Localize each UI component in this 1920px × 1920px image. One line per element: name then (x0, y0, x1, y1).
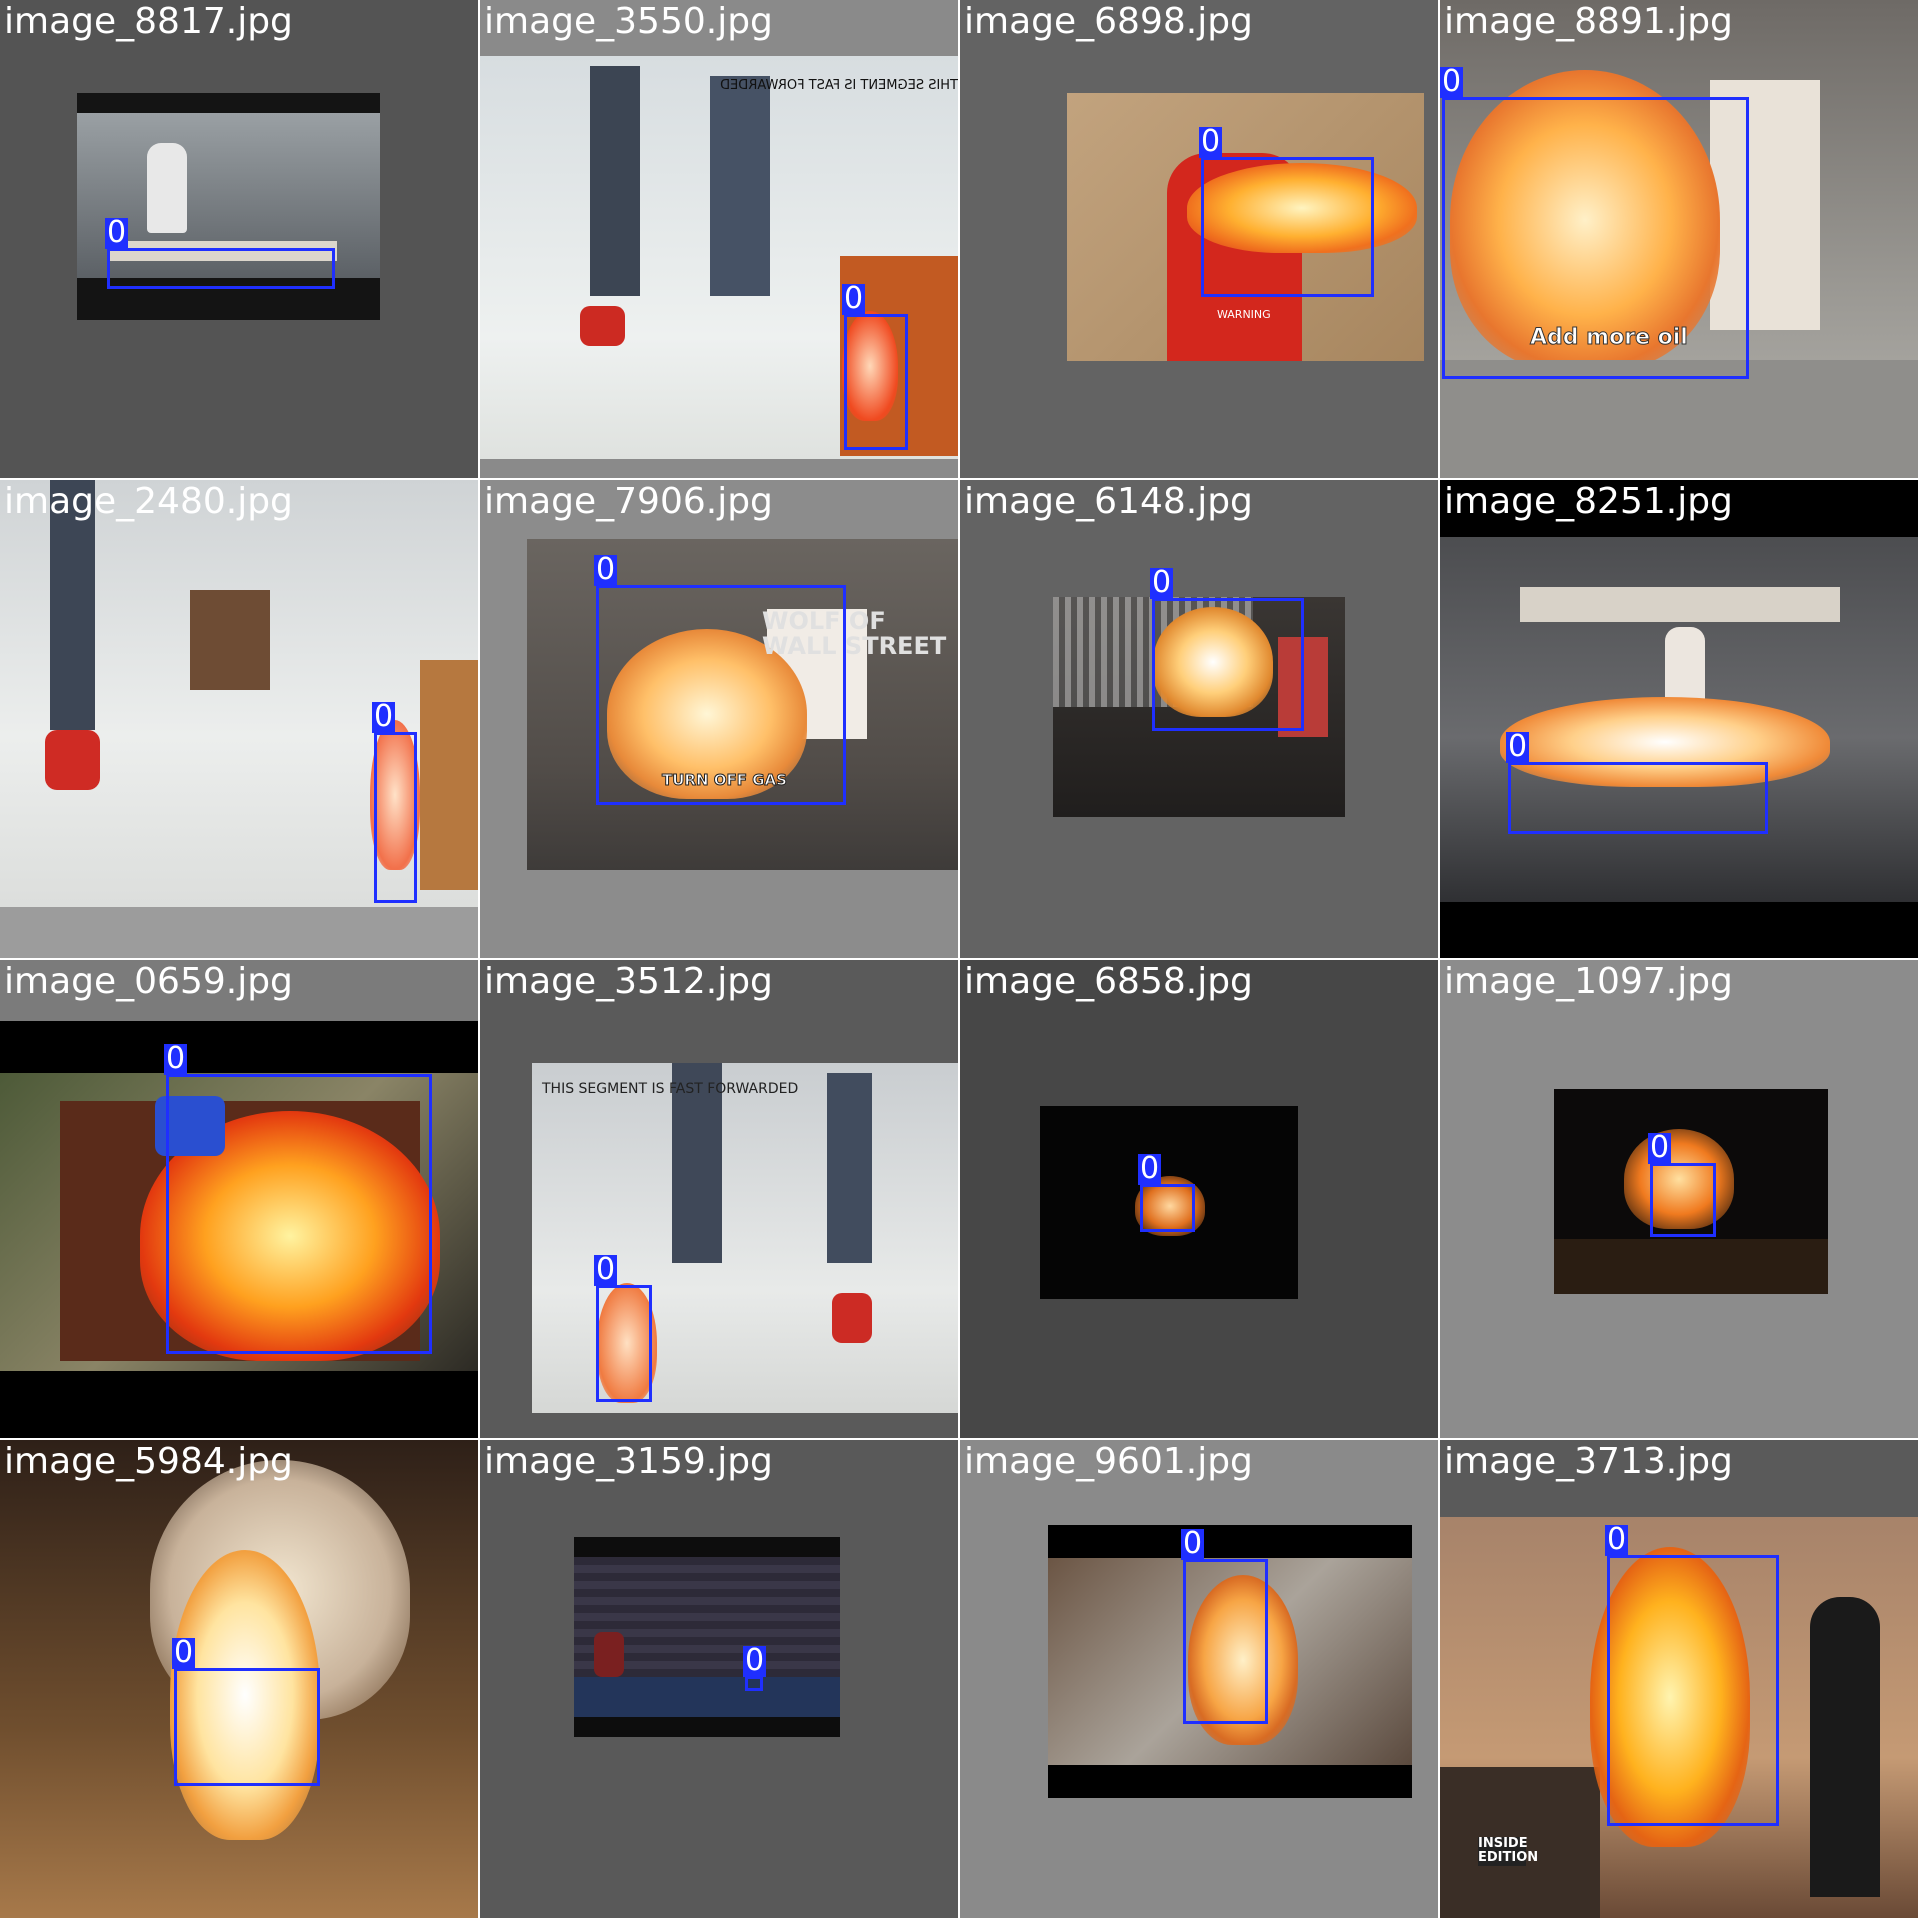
class-label: 0 (172, 1635, 196, 1670)
class-label: 0 (164, 1041, 188, 1076)
tile-filename: image_0659.jpg (4, 961, 293, 1002)
tile-filename: image_3713.jpg (1444, 1441, 1733, 1482)
detection-box (1140, 1184, 1195, 1232)
class-label: 0 (1199, 124, 1223, 159)
tile-filename: image_3159.jpg (484, 1441, 773, 1482)
class-label: 0 (1506, 729, 1530, 764)
tile-filename: image_6898.jpg (964, 1, 1253, 42)
class-label: 0 (1440, 64, 1464, 99)
tile-filename: image_8891.jpg (1444, 1, 1733, 42)
tile-filename: image_8817.jpg (4, 1, 293, 42)
class-label: 0 (1605, 1522, 1629, 1557)
class-label: 0 (594, 552, 618, 587)
overlay-caption: THIS SEGMENT IS FAST FORWARDED (542, 1081, 799, 1097)
tile: 0 image_1097.jpg (1440, 960, 1918, 1438)
tile-filename: image_9601.jpg (964, 1441, 1253, 1482)
tile: THIS SEGMENT IS FAST FORWARDED 0 image_3… (480, 960, 958, 1438)
tile-photo (574, 1537, 840, 1737)
detection-box (1442, 97, 1749, 379)
class-label: 0 (842, 281, 866, 316)
tile-filename: image_3512.jpg (484, 961, 773, 1002)
tile: 0 image_6148.jpg (960, 480, 1438, 958)
overlay-caption: INSIDE EDITION (1478, 1836, 1539, 1866)
detection-grid: 0 image_8817.jpg THIS SEGMENT IS FAST FO… (0, 0, 1920, 1920)
detection-box (1183, 1559, 1268, 1724)
overlay-caption: WARNING (1217, 308, 1271, 321)
detection-box (1201, 157, 1374, 297)
tile: 0 image_2480.jpg (0, 480, 478, 958)
tile: 0 image_5984.jpg (0, 1440, 478, 1918)
tile-filename: image_1097.jpg (1444, 961, 1733, 1002)
class-label: 0 (1138, 1151, 1162, 1186)
detection-box (166, 1074, 432, 1354)
tile: INSIDE EDITION 0 image_3713.jpg (1440, 1440, 1918, 1918)
class-label: 0 (594, 1252, 618, 1287)
tile: 0 image_8817.jpg (0, 0, 478, 478)
tile: 0 image_8251.jpg (1440, 480, 1918, 958)
tile-filename: image_8251.jpg (1444, 481, 1733, 522)
detection-box (1152, 598, 1304, 731)
detection-box (1650, 1163, 1716, 1237)
overlay-caption: THIS SEGMENT IS FAST FORWARDED (720, 78, 958, 93)
tile-filename: image_6858.jpg (964, 961, 1253, 1002)
tile: 0 image_0659.jpg (0, 960, 478, 1438)
tile: Add more oil 0 image_8891.jpg (1440, 0, 1918, 478)
detection-box (844, 314, 908, 450)
class-label: 0 (1648, 1130, 1672, 1165)
detection-box (596, 1285, 652, 1402)
detection-box (596, 585, 846, 805)
detection-box (745, 1676, 763, 1691)
tile-filename: image_2480.jpg (4, 481, 293, 522)
tile-filename: image_3550.jpg (484, 1, 773, 42)
class-label: 0 (105, 215, 129, 250)
detection-box (174, 1668, 320, 1786)
tile-photo (1440, 537, 1918, 902)
detection-box (1508, 762, 1768, 834)
detection-box (107, 248, 335, 289)
class-label: 0 (1181, 1526, 1205, 1561)
detection-box (1607, 1555, 1779, 1826)
tile-filename: image_5984.jpg (4, 1441, 293, 1482)
tile: 0 image_6858.jpg (960, 960, 1438, 1438)
tile: THIS SEGMENT IS FAST FORWARDED 0 image_3… (480, 0, 958, 478)
tile: 0 image_9601.jpg (960, 1440, 1438, 1918)
tile-filename: image_6148.jpg (964, 481, 1253, 522)
class-label: 0 (1150, 565, 1174, 600)
tile: WARNING 0 image_6898.jpg (960, 0, 1438, 478)
tile-filename: image_7906.jpg (484, 481, 773, 522)
class-label: 0 (743, 1643, 767, 1678)
tile: WOLF OF WALL STREET TURN OFF GAS 0 image… (480, 480, 958, 958)
tile: 0 image_3159.jpg (480, 1440, 958, 1918)
class-label: 0 (372, 699, 396, 734)
detection-box (374, 732, 417, 903)
